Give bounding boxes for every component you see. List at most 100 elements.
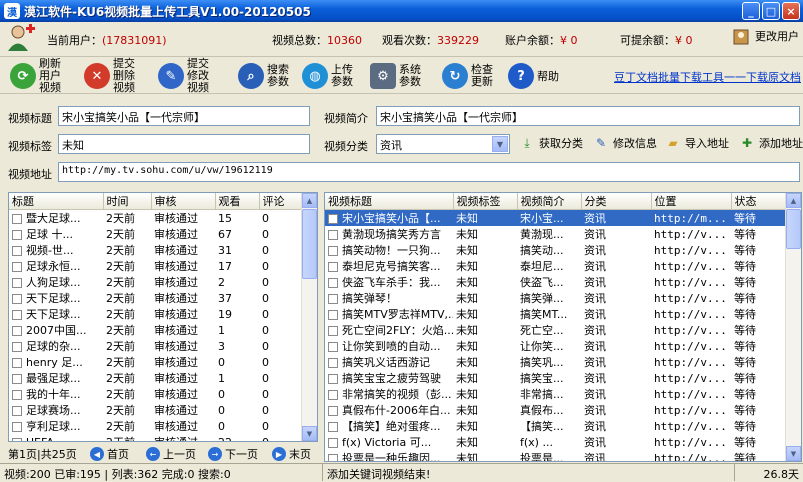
row-checkbox[interactable] [12,358,22,368]
system-params-button[interactable]: ⚙ 系统参数 [370,60,429,92]
scroll-up-icon[interactable]: ▲ [302,193,317,208]
chevron-down-icon[interactable]: ▼ [492,136,508,152]
row-checkbox[interactable] [12,246,22,256]
table-row[interactable]: 搞笑巩义话西游记 未知 搞笑巩... 资讯 http://v... 等待 [325,354,785,370]
row-checkbox[interactable] [328,214,338,224]
table-row[interactable]: 让你笑到喷的自动... 未知 让你笑... 资讯 http://v... 等待 [325,338,785,354]
table-row[interactable]: 人狗足球... 2天前 审核通过 2 0 [9,274,301,290]
import-url-button[interactable]: ▰ 导入地址 [664,132,729,154]
submit-modify-button[interactable]: ✎ 提交修改视频 [158,58,217,94]
row-checkbox[interactable] [12,342,22,352]
table-row[interactable]: 泰坦尼克号搞笑客... 未知 泰坦尼... 资讯 http://v... 等待 [325,258,785,274]
table-row[interactable]: 真假布什-2006年白... 未知 真假布... 资讯 http://v... 等待 [325,402,785,418]
table-row[interactable]: 足球赛场... 2天前 审核通过 0 0 [9,402,301,418]
row-checkbox[interactable] [12,294,22,304]
column-header[interactable]: 审核 [151,193,216,210]
row-checkbox[interactable] [328,262,338,272]
row-checkbox[interactable] [12,326,22,336]
next-page-button[interactable]: → 下一页 [208,446,258,462]
check-update-button[interactable]: ↻ 检查更新 [442,60,501,92]
category-select[interactable]: 资讯 ▼ [376,134,510,154]
table-row[interactable]: 天下足球... 2天前 审核通过 37 0 [9,290,301,306]
scroll-down-icon[interactable]: ▼ [302,426,317,441]
table-row[interactable]: 投票是一种乐趣因... 未知 投票是... 资讯 http://v... 等待 [325,450,785,461]
change-user-button[interactable]: 更改用户 [732,26,799,46]
scroll-thumb[interactable] [302,209,317,279]
row-checkbox[interactable] [12,230,22,240]
table-row[interactable]: 足球的杂... 2天前 审核通过 3 0 [9,338,301,354]
search-params-button[interactable]: ⌕ 搜索参数 [238,60,297,92]
scroll-thumb[interactable] [786,209,801,249]
doc-download-link[interactable]: 豆丁文档批量下载工具一一下载原文档 [614,69,801,85]
title-input[interactable]: 宋小宝搞笑小品【一代宗师】 [58,106,310,126]
row-checkbox[interactable] [12,422,22,432]
minimize-button[interactable]: _ [742,2,760,20]
table-row[interactable]: 黄渤现场搞笑秀方言 未知 黄渤现... 资讯 http://v... 等待 [325,226,785,242]
row-checkbox[interactable] [12,262,22,272]
first-page-button[interactable]: ◀ 首页 [90,446,129,462]
scroll-down-icon[interactable]: ▼ [786,446,801,461]
table-row[interactable]: 宋小宝搞笑小品【... 未知 宋小宝... 资讯 http://m... 等待 [325,209,785,226]
intro-input[interactable]: 宋小宝搞笑小品【一代宗师】 [376,106,800,126]
row-checkbox[interactable] [12,214,22,224]
table-row[interactable]: 我的十年... 2天前 审核通过 0 0 [9,386,301,402]
url-input[interactable]: http://my.tv.sohu.com/u/vw/19612119 [58,162,800,182]
row-checkbox[interactable] [328,438,338,448]
close-button[interactable]: × [782,2,800,20]
prev-page-button[interactable]: ← 上一页 [146,446,196,462]
table-row[interactable]: 2007中国... 2天前 审核通过 1 0 [9,322,301,338]
row-checkbox[interactable] [12,310,22,320]
table-row[interactable]: 非常搞笑的视频（彭... 未知 非常搞... 资讯 http://v... 等待 [325,386,785,402]
table-row[interactable]: 【搞笑】绝对蛋疼... 未知 【搞笑... 资讯 http://v... 等待 [325,418,785,434]
row-checkbox[interactable] [12,437,22,441]
table-row[interactable]: 暨大足球... 2天前 审核通过 15 0 [9,210,301,227]
table-row[interactable]: 搞笑动物！一只狗... 未知 搞笑动... 资讯 http://v... 等待 [325,242,785,258]
modify-info-button[interactable]: ✎ 修改信息 [592,132,657,154]
table-row[interactable]: 足球永恒... 2天前 审核通过 17 0 [9,258,301,274]
table-row[interactable]: 视频-世... 2天前 审核通过 31 0 [9,242,301,258]
row-checkbox[interactable] [12,374,22,384]
submit-delete-button[interactable]: ✕ 提交删除视频 [84,58,143,94]
right-scrollbar[interactable]: ▲ ▼ [785,193,801,461]
column-header[interactable]: 观看 [215,193,260,210]
help-button[interactable]: ? 帮助 [508,60,559,92]
refresh-videos-button[interactable]: ⟳ 刷新用户视频 [10,58,69,94]
table-row[interactable]: 搞笑弹琴！ 未知 搞笑弹... 资讯 http://v... 等待 [325,290,785,306]
column-header[interactable]: 分类 [581,193,652,210]
column-header[interactable]: 位置 [651,193,732,210]
column-header[interactable]: 状态 [731,193,786,210]
row-checkbox[interactable] [12,390,22,400]
table-row[interactable]: 死亡空间2FLY：火焰... 未知 死亡空... 资讯 http://v... 等待 [325,322,785,338]
row-checkbox[interactable] [328,342,338,352]
last-page-button[interactable]: ▶ 末页 [272,446,311,462]
column-header[interactable]: 视频标题 [325,193,454,210]
table-row[interactable]: UEFA-—... 2天前审核通过22 0 [9,434,301,441]
tag-input[interactable]: 未知 [58,134,310,154]
row-checkbox[interactable] [328,406,338,416]
column-header[interactable]: 标题 [9,193,104,210]
row-checkbox[interactable] [328,278,338,288]
row-checkbox[interactable] [328,374,338,384]
row-checkbox[interactable] [328,454,338,461]
column-header[interactable]: 视频标签 [453,193,518,210]
row-checkbox[interactable] [328,294,338,304]
row-checkbox[interactable] [328,390,338,400]
row-checkbox[interactable] [328,246,338,256]
table-row[interactable]: 足球 十... 2天前 审核通过 67 0 [9,226,301,242]
left-scrollbar[interactable]: ▲ ▼ [301,193,317,441]
upload-params-button[interactable]: ◍ 上传参数 [302,60,361,92]
column-header[interactable]: 视频简介 [517,193,582,210]
column-header[interactable]: 评论 [259,193,302,210]
row-checkbox[interactable] [12,278,22,288]
row-checkbox[interactable] [328,230,338,240]
row-checkbox[interactable] [328,310,338,320]
column-header[interactable]: 时间 [103,193,152,210]
row-checkbox[interactable] [328,358,338,368]
table-row[interactable]: henry 足... 2天前 审核通过 0 0 [9,354,301,370]
table-row[interactable]: 最强足球... 2天前 审核通过 1 0 [9,370,301,386]
table-row[interactable]: 搞笑MTV罗志祥MTV,... 未知 搞笑MT... 资讯 http://v... 等待 [325,306,785,322]
table-row[interactable]: 亨利足球... 2天前 审核通过 0 0 [9,418,301,434]
get-category-button[interactable]: ⤓ 获取分类 [518,132,583,154]
table-row[interactable]: f(x) Victoria 可... 未知 f(x) ... 资讯 http://v..… [325,434,785,450]
row-checkbox[interactable] [12,406,22,416]
